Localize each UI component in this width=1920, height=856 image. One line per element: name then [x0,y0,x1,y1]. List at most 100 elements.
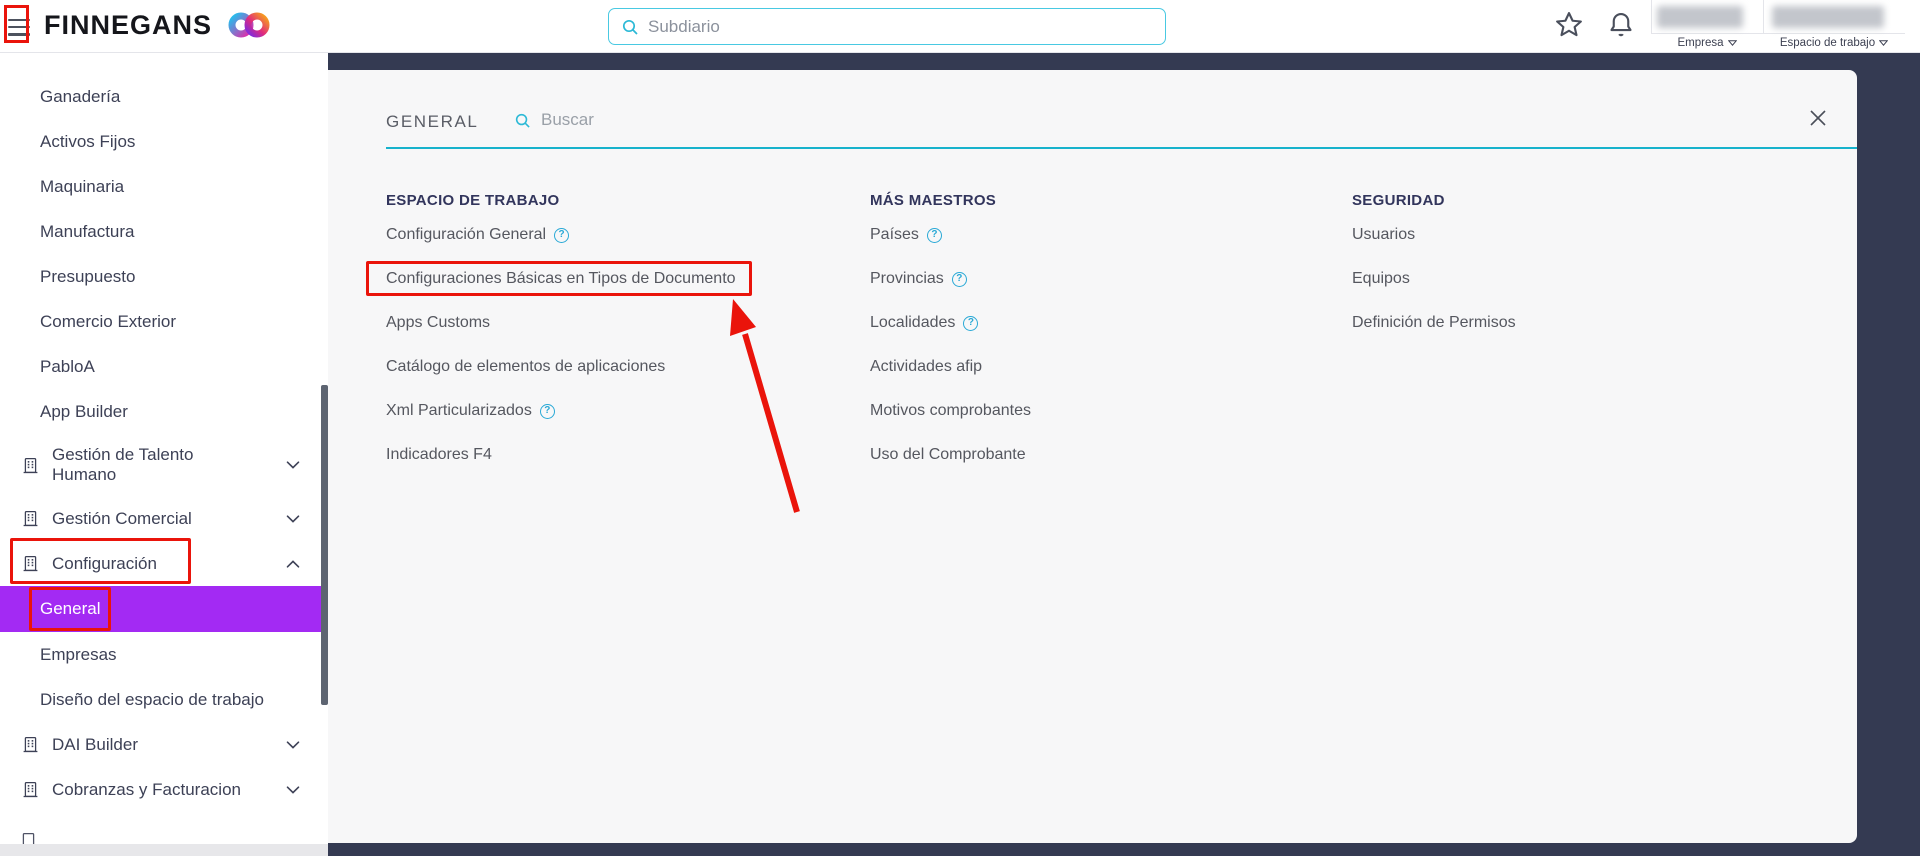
menu-item-localidades[interactable]: Localidades? [870,313,1031,333]
sidebar-item-empresas[interactable]: Empresas [0,632,328,677]
sidebar-item-label: Configuración [52,553,157,573]
notifications-bell-icon[interactable] [1604,9,1638,43]
menu-item-label: Actividades afip [870,358,983,375]
general-menu-panel: GENERAL ESPACIO DE TRABAJO Configuración … [328,70,1857,843]
sidebar-item-label: App Builder [40,401,128,421]
global-search-input[interactable] [648,16,1153,37]
sidebar-item-ganaderia[interactable]: Ganadería [0,74,328,119]
panel-title: GENERAL [386,112,479,131]
top-bar: FINNEGANS Subdiario Empresa Espacio de t… [0,0,1920,53]
info-icon[interactable]: ? [539,403,555,419]
info-icon[interactable]: ? [951,271,967,287]
menu-item-definicion-de-permisos[interactable]: Definición de Permisos [1352,313,1516,333]
workspace-selector-label: Espacio de trabajo [1779,37,1876,49]
menu-item-label: Motivos comprobantes [870,402,1031,419]
sidebar-scrollbar[interactable] [321,385,328,705]
building-icon [22,781,39,798]
sidebar-item-label: Empresas [40,644,117,664]
sidebar-item-cobranzas-y-facturacion[interactable]: Cobranzas y Facturacion [0,767,328,812]
column-title: MÁS MAESTROS [870,192,997,209]
divider [1651,0,1652,33]
sidebar-item-configuracion[interactable]: Configuración [0,541,328,586]
menu-item-label: Provincias [870,270,944,287]
caret-down-icon [1727,40,1737,46]
menu-item-label: Países [870,226,919,243]
sidebar-item-manufactura[interactable]: Manufactura [0,209,328,254]
column-title: SEGURIDAD [1352,192,1445,209]
menu-toggle-icon[interactable] [8,14,30,38]
sidebar-item-label: Cobranzas y Facturacion [52,779,241,799]
search-icon [622,19,638,35]
menu-item-label: Usuarios [1352,226,1416,243]
divider [1763,33,1905,34]
panel-search [514,110,874,130]
divider [1651,33,1763,34]
menu-item-label: Apps Customs [386,314,491,331]
close-icon[interactable] [1805,106,1831,132]
sidebar-item-comercio-exterior[interactable]: Comercio Exterior [0,299,328,344]
menu-item-label: Localidades [870,314,956,331]
sidebar-item-label: Ganadería [40,86,121,106]
company-name-redacted[interactable] [1657,6,1743,28]
building-icon [22,555,39,572]
sidebar-item-diseno-del-espacio-de-trabajo[interactable]: Diseño del espacio de trabajo [0,677,328,722]
company-selector[interactable]: Empresa [1651,37,1763,49]
menu-item-actividades-afip[interactable]: Actividades afip [870,357,1031,377]
chevron-down-icon[interactable] [286,461,300,469]
sidebar-item-gestion-comercial[interactable]: Gestión Comercial [0,496,328,541]
sidebar-item-label: Diseño del espacio de trabajo [40,689,264,709]
building-icon [22,457,39,474]
chevron-down-icon[interactable] [286,514,300,523]
sidebar-item-presupuesto[interactable]: Presupuesto [0,254,328,299]
menu-item-label: Catálogo de elementos de aplicaciones [386,358,666,375]
sidebar-footer-strip [0,844,328,856]
sidebar-item-label: Presupuesto [40,266,136,286]
company-selector-label: Empresa [1677,37,1724,49]
menu-item-catalogo-de-elementos-de-aplicaciones[interactable]: Catálogo de elementos de aplicaciones [386,357,736,377]
building-icon [22,736,39,753]
menu-item-paises[interactable]: Países? [870,225,1031,245]
menu-item-xml-particularizados[interactable]: Xml Particularizados? [386,401,736,421]
app-window: FINNEGANS Subdiario Empresa Espacio de t… [0,0,1920,856]
menu-item-usuarios[interactable]: Usuarios [1352,225,1516,245]
panel-search-input[interactable] [541,110,841,130]
menu-item-label: Equipos [1352,270,1410,287]
menu-item-apps-customs[interactable]: Apps Customs [386,313,736,333]
chevron-down-icon[interactable] [286,740,300,749]
menu-item-configuraciones-basicas-en-tipos-de-documento[interactable]: Configuraciones Básicas en Tipos de Docu… [386,269,736,289]
menu-item-motivos-comprobantes[interactable]: Motivos comprobantes [870,401,1031,421]
menu-column-mas-maestros: MÁS MAESTROS Países? Provincias? Localidade… [870,192,1031,489]
menu-item-provincias[interactable]: Provincias? [870,269,1031,289]
sidebar-item-pabloa[interactable]: PabloA [0,344,328,389]
chevron-down-icon[interactable] [286,785,300,794]
brand-logo-icon [228,12,270,38]
workspace-name-redacted[interactable] [1772,6,1884,28]
sidebar-item-app-builder[interactable]: App Builder [0,389,328,434]
info-icon[interactable]: ? [963,315,979,331]
sidebar-item-general[interactable]: General [0,586,328,632]
menu-item-label: Definición de Permisos [1352,314,1516,331]
search-icon [515,113,530,128]
sidebar: Ganadería Activos Fijos Maquinaria Manufact… [0,53,328,856]
sidebar-item-gestion-de-talento-humano[interactable]: Gestión de Talento Humano [0,434,328,496]
building-icon [22,510,39,527]
workspace-selector[interactable]: Espacio de trabajo [1763,37,1905,49]
sidebar-item-label: Manufactura [40,221,135,241]
menu-item-uso-del-comprobante[interactable]: Uso del Comprobante [870,445,1031,465]
sidebar-item-label: Activos Fijos [40,131,136,151]
chevron-up-icon[interactable] [286,559,300,568]
menu-item-label: Xml Particularizados [386,402,532,419]
menu-item-label: Uso del Comprobante [870,446,1026,463]
menu-item-configuracion-general[interactable]: Configuración General? [386,225,736,245]
favorites-star-icon[interactable] [1552,9,1586,43]
info-icon[interactable]: ? [926,227,942,243]
sidebar-item-activos-fijos[interactable]: Activos Fijos [0,119,328,164]
menu-item-indicadores-f4[interactable]: Indicadores F4 [386,445,736,465]
menu-item-label: Indicadores F4 [386,446,492,463]
sidebar-item-maquinaria[interactable]: Maquinaria [0,164,328,209]
sidebar-item-dai-builder[interactable]: DAI Builder [0,722,328,767]
sidebar-item-label: General [40,599,101,618]
menu-item-equipos[interactable]: Equipos [1352,269,1516,289]
info-icon[interactable]: ? [554,227,570,243]
menu-item-label: Configuración General [386,226,547,243]
